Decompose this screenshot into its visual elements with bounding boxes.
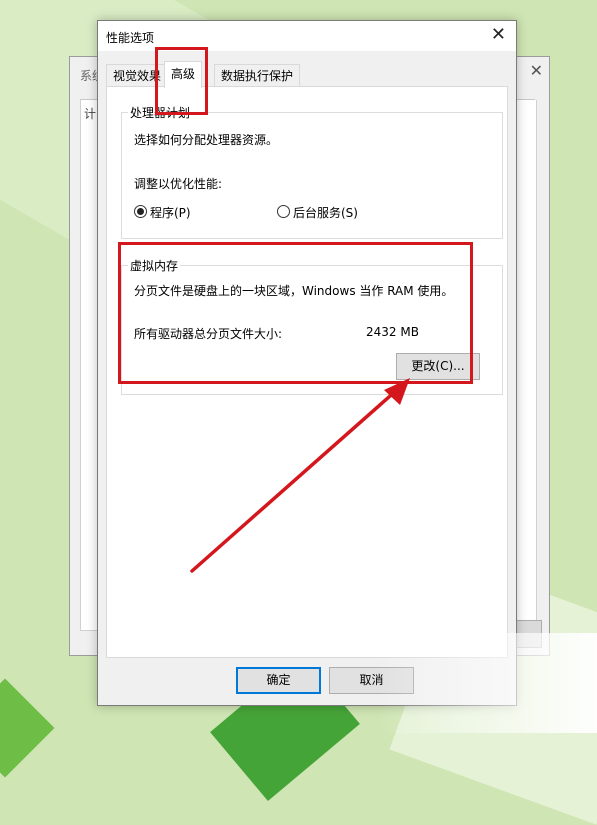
tab-advanced[interactable]: 高级: [164, 61, 203, 88]
arrow-shaft: [190, 387, 400, 573]
arrow-annotation: [190, 378, 410, 573]
arrow-head: [384, 378, 410, 405]
